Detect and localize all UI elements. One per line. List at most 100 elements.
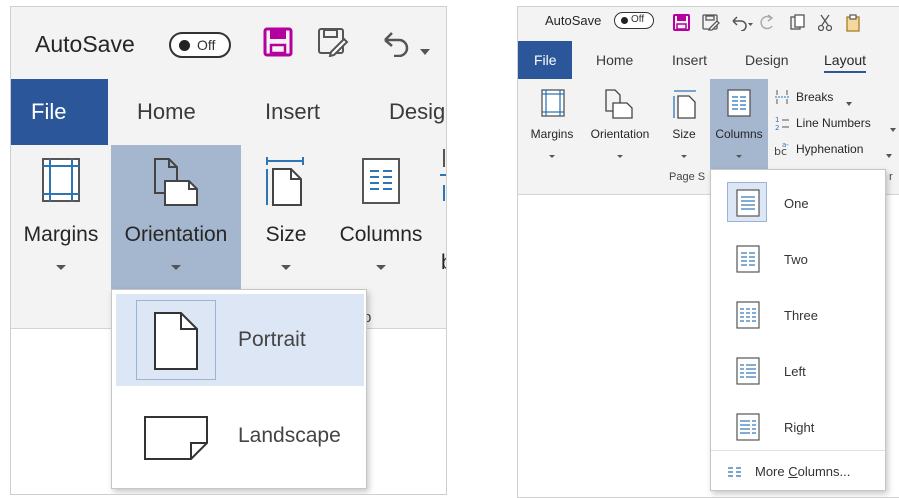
- columns-button[interactable]: Columns: [710, 79, 768, 169]
- autosave-state: Off: [631, 14, 645, 25]
- chevron-down-icon: [281, 265, 291, 270]
- orientation-label: Orientation: [124, 223, 228, 246]
- more-columns-label: More Columns...: [755, 464, 851, 479]
- svg-text:1: 1: [775, 116, 779, 124]
- toggle-knob: [621, 17, 628, 24]
- redo-icon[interactable]: [760, 14, 774, 36]
- columns-icon: [362, 158, 400, 204]
- orientation-dropdown: Portrait Landscape: [111, 289, 367, 489]
- orientation-button[interactable]: Orientation: [582, 79, 658, 169]
- columns-option-three[interactable]: Three: [715, 288, 883, 342]
- group-label-fragment: r: [889, 171, 893, 183]
- orientation-option-landscape[interactable]: Landscape: [116, 390, 364, 482]
- line-numbers-label: Line Numbers: [796, 116, 871, 130]
- tab-home[interactable]: Home: [596, 41, 633, 79]
- orientation-icon: [605, 89, 633, 119]
- cut-icon[interactable]: [817, 14, 833, 36]
- right-label: Right: [784, 420, 815, 435]
- right-column-icon: [727, 406, 767, 446]
- left-label: Left: [784, 364, 806, 379]
- three-columns-icon: [727, 294, 767, 334]
- size-icon: [266, 157, 304, 206]
- tab-file[interactable]: File: [11, 79, 108, 145]
- margins-button[interactable]: Margins: [522, 79, 582, 169]
- tab-layout[interactable]: Layout: [824, 41, 867, 79]
- tab-insert[interactable]: Insert: [265, 79, 320, 145]
- undo-dropdown-icon[interactable]: [420, 42, 430, 60]
- size-label: Size: [265, 223, 307, 246]
- save-icon[interactable]: [263, 27, 293, 62]
- chevron-down-icon: [886, 147, 892, 161]
- margins-icon: [42, 158, 80, 202]
- ribbon-tabs: File Home Insert Design Layout: [518, 41, 899, 79]
- columns-dropdown: One Two Three Left Right More Columns...: [710, 169, 886, 491]
- chevron-down-icon: [549, 155, 555, 158]
- columns-icon: [727, 89, 751, 117]
- toggle-knob: [179, 40, 190, 51]
- one-column-icon: [727, 182, 767, 222]
- tab-design[interactable]: Design: [745, 41, 789, 79]
- save-as-icon[interactable]: [317, 27, 349, 62]
- columns-label: Columns: [339, 223, 423, 246]
- margins-label: Margins: [23, 223, 99, 246]
- svg-text:a-: a-: [782, 141, 789, 149]
- copy-icon[interactable]: [790, 14, 806, 36]
- two-columns-icon: [727, 238, 767, 278]
- orientation-option-portrait[interactable]: Portrait: [116, 294, 364, 386]
- save-as-icon[interactable]: [702, 14, 720, 36]
- ribbon-tabs: File Home Insert Desig: [11, 79, 446, 145]
- svg-text:2: 2: [775, 124, 779, 131]
- page-setup-group-label: Page S: [669, 171, 706, 183]
- line-numbers-icon: 12: [774, 115, 790, 134]
- orientation-button[interactable]: Orientation: [111, 145, 241, 295]
- more-columns-icon: [727, 466, 743, 481]
- tab-home[interactable]: Home: [137, 79, 196, 145]
- autosave-toggle[interactable]: Off: [169, 32, 231, 58]
- columns-option-left[interactable]: Left: [715, 344, 883, 398]
- hyphenation-label: Hyphenation: [796, 142, 864, 156]
- columns-option-right[interactable]: Right: [715, 400, 883, 454]
- chevron-down-icon: [376, 265, 386, 270]
- hyphenation-icon: bc a-: [774, 141, 792, 160]
- chevron-down-icon: [56, 265, 66, 270]
- chevron-down-icon: [846, 95, 852, 109]
- save-icon[interactable]: [673, 14, 690, 36]
- autosave-label: AutoSave: [35, 31, 135, 57]
- landscape-label: Landscape: [238, 424, 341, 447]
- columns-option-two[interactable]: Two: [715, 232, 883, 286]
- chevron-down-icon: [890, 121, 896, 135]
- quick-access-toolbar: AutoSave Off: [11, 7, 446, 79]
- size-label: Size: [672, 127, 696, 141]
- size-button[interactable]: Size: [664, 79, 704, 169]
- autosave-state: Off: [197, 37, 216, 53]
- chevron-down-icon: [171, 265, 181, 270]
- tab-insert[interactable]: Insert: [672, 41, 707, 79]
- columns-screenshot: AutoSave Off File Home Insert Design Lay…: [517, 6, 899, 498]
- size-button[interactable]: Size: [251, 145, 321, 295]
- undo-icon[interactable]: [382, 27, 412, 62]
- autosave-label: AutoSave: [545, 13, 602, 28]
- orientation-icon: [154, 158, 198, 206]
- menu-divider: [711, 450, 885, 451]
- autosave-toggle[interactable]: Off: [614, 12, 654, 29]
- landscape-icon: [136, 396, 216, 476]
- tab-file[interactable]: File: [518, 41, 572, 79]
- margins-label: Margins: [530, 127, 574, 141]
- one-label: One: [784, 196, 809, 211]
- columns-button[interactable]: Columns: [331, 145, 431, 295]
- undo-icon[interactable]: [731, 14, 753, 36]
- chevron-down-icon: [736, 155, 742, 158]
- size-icon: [673, 90, 696, 119]
- paste-icon[interactable]: [846, 14, 862, 37]
- clipped-label: b: [441, 251, 446, 275]
- tab-design[interactable]: Desig: [389, 79, 445, 145]
- three-label: Three: [784, 308, 818, 323]
- two-label: Two: [784, 252, 808, 267]
- columns-option-one[interactable]: One: [715, 176, 883, 230]
- margins-button[interactable]: Margins: [11, 145, 111, 295]
- breaks-label: Breaks: [796, 90, 834, 104]
- chevron-down-icon: [681, 155, 687, 158]
- quick-access-toolbar: AutoSave Off: [518, 7, 899, 41]
- breaks-icon: [774, 89, 790, 108]
- left-column-icon: [727, 350, 767, 390]
